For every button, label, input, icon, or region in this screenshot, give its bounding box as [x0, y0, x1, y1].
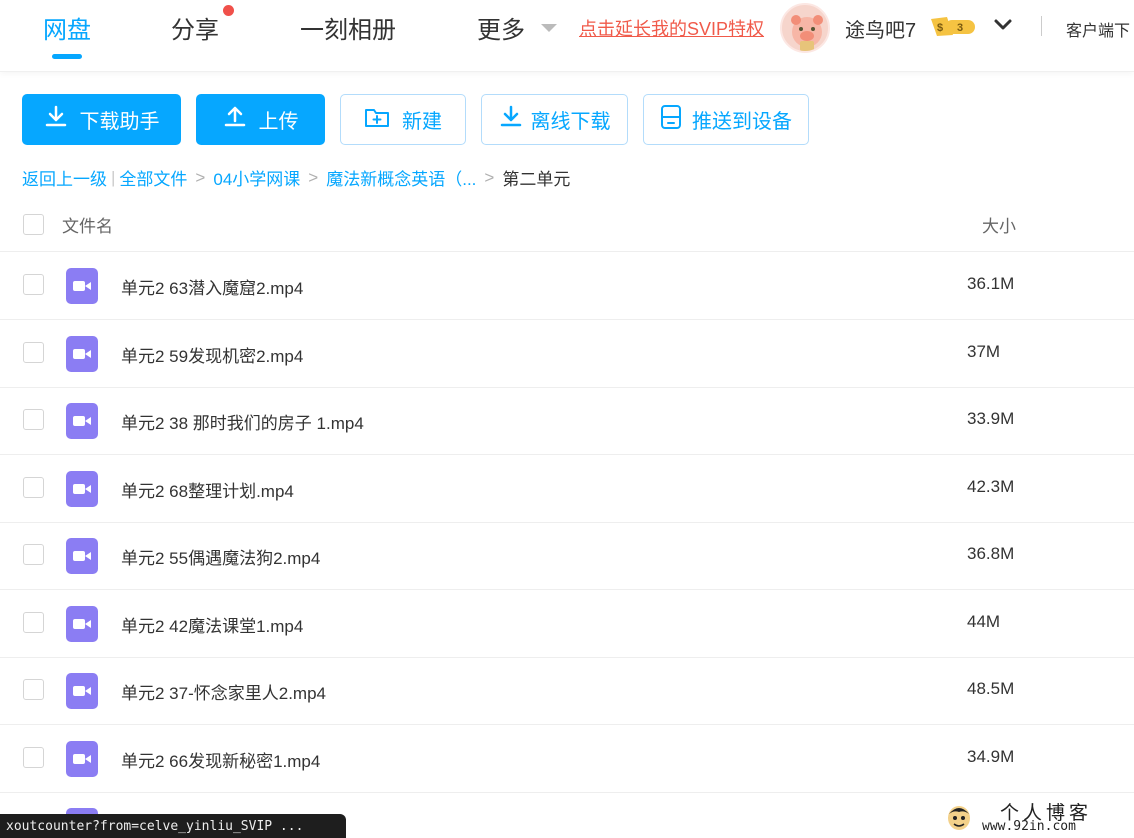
table-row[interactable]: 单元2 38 那时我们的房子 1.mp4 33.9M	[0, 387, 1134, 455]
breadcrumb-all-files[interactable]: 全部文件	[119, 165, 187, 190]
file-size: 48.5M	[967, 679, 1015, 698]
upload-label: 上传	[258, 111, 299, 133]
chevron-down-icon[interactable]	[992, 14, 1014, 41]
tab-share[interactable]: 分享	[171, 10, 219, 45]
file-name[interactable]: 单元2 66发现新秘密1.mp4	[121, 747, 320, 772]
file-name[interactable]: 单元2 59发现机密2.mp4	[121, 342, 303, 367]
watermark-url: www.92in.com	[982, 819, 1076, 834]
breadcrumb-divider: |	[111, 167, 116, 187]
status-bar-url: xoutcounter?from=celve_yinliu_SVIP ...	[0, 814, 346, 838]
select-all-checkbox[interactable]	[23, 214, 44, 235]
row-checkbox[interactable]	[23, 342, 44, 363]
avatar[interactable]	[780, 3, 830, 53]
tab-album[interactable]: 一刻相册	[300, 10, 396, 45]
video-file-icon	[66, 403, 98, 439]
push-to-device-button[interactable]: 推送到设备	[643, 94, 809, 145]
table-row[interactable]: 单元2 42魔法课堂1.mp4 44M	[0, 590, 1134, 658]
tab-more[interactable]: 更多	[477, 10, 525, 45]
push-to-device-label: 推送到设备	[692, 111, 792, 133]
breadcrumb-separator: >	[195, 167, 206, 187]
new-folder-button[interactable]: 新建	[340, 94, 466, 145]
breadcrumb: 返回上一级 | 全部文件 > 04小学网课 > 魔法新概念英语（... > 第二…	[22, 165, 570, 190]
file-name[interactable]: 单元2 55偶遇魔法狗2.mp4	[121, 544, 320, 569]
table-row[interactable]: 单元2 63潜入魔窟2.mp4 36.1M	[0, 252, 1134, 320]
breadcrumb-current: 第二单元	[502, 170, 571, 189]
offline-download-icon	[499, 105, 535, 135]
row-checkbox[interactable]	[23, 409, 44, 430]
tab-netdisk[interactable]: 网盘	[43, 10, 91, 45]
header-divider	[1041, 16, 1042, 36]
column-header-size[interactable]: 大小	[982, 212, 1016, 237]
upload-button[interactable]: 上传	[196, 94, 325, 145]
file-table-header: 文件名 大小	[0, 196, 1134, 252]
client-download-link[interactable]: 客户端下	[1066, 17, 1130, 41]
file-size: 36.8M	[967, 544, 1015, 563]
breadcrumb-separator: >	[308, 167, 319, 187]
offline-download-button[interactable]: 离线下载	[481, 94, 628, 145]
download-helper-button[interactable]: 下载助手	[22, 94, 181, 145]
file-name[interactable]: 单元2 38 那时我们的房子 1.mp4	[121, 409, 364, 434]
file-size: 37M	[967, 342, 1001, 361]
row-checkbox[interactable]	[23, 747, 44, 768]
notification-dot	[223, 5, 234, 16]
video-file-icon	[66, 336, 98, 372]
svip-renew-link[interactable]: 点击延长我的SVIP特权	[579, 15, 764, 41]
video-file-icon	[66, 471, 98, 507]
table-row[interactable]: 单元2 59发现机密2.mp4 37M	[0, 320, 1134, 388]
file-size: 33.9M	[967, 409, 1015, 428]
vip-symbol: $	[937, 22, 943, 34]
new-folder-label: 新建	[402, 111, 442, 133]
file-name[interactable]: 单元2 37-怀念家里人2.mp4	[121, 679, 326, 704]
row-checkbox[interactable]	[23, 274, 44, 295]
row-checkbox[interactable]	[23, 544, 44, 565]
row-checkbox[interactable]	[23, 679, 44, 700]
file-name[interactable]: 单元2 42魔法课堂1.mp4	[121, 612, 303, 637]
file-name[interactable]: 单元2 68整理计划.mp4	[121, 477, 294, 502]
file-name[interactable]: 单元2 63潜入魔窟2.mp4	[121, 274, 303, 299]
file-size: 34.9M	[967, 747, 1015, 766]
file-size: 36.1M	[967, 274, 1015, 293]
table-row[interactable]: 单元2 68整理计划.mp4 42.3M	[0, 455, 1134, 523]
vip-level: 3	[957, 22, 963, 34]
table-row[interactable]: 单元2 37-怀念家里人2.mp4 48.5M	[0, 657, 1134, 725]
video-file-icon	[66, 538, 98, 574]
top-navigation: 网盘 分享 一刻相册 更多 点击延长我的SVIP特权 途鸟吧7 $ 3 客户端下	[0, 0, 1134, 72]
vip-badge: $ 3	[927, 15, 977, 42]
upload-icon	[223, 105, 259, 135]
watermark: 个人博客 www.92in.com	[938, 796, 1134, 838]
device-icon	[660, 104, 694, 136]
breadcrumb-separator: >	[484, 167, 495, 187]
video-file-icon	[66, 673, 98, 709]
caret-down-icon[interactable]	[541, 24, 557, 32]
download-icon	[44, 105, 80, 135]
breadcrumb-folder[interactable]: 魔法新概念英语（...	[326, 165, 476, 190]
breadcrumb-folder[interactable]: 04小学网课	[213, 165, 300, 190]
table-row[interactable]: 单元2 66发现新秘密1.mp4 34.9M	[0, 725, 1134, 793]
back-link[interactable]: 返回上一级	[22, 165, 107, 190]
file-size: 44M	[967, 612, 1001, 631]
file-size: 42.3M	[967, 477, 1015, 496]
video-file-icon	[66, 741, 98, 777]
download-helper-label: 下载助手	[79, 111, 160, 133]
video-file-icon	[66, 606, 98, 642]
row-checkbox[interactable]	[23, 612, 44, 633]
watermark-logo	[944, 804, 974, 837]
video-file-icon	[66, 268, 98, 304]
table-row[interactable]: 单元2 55偶遇魔法狗2.mp4 36.8M	[0, 522, 1134, 590]
new-folder-icon	[364, 105, 402, 135]
column-header-name[interactable]: 文件名	[62, 212, 113, 237]
row-checkbox[interactable]	[23, 477, 44, 498]
offline-download-label: 离线下载	[530, 111, 611, 133]
active-tab-indicator	[52, 54, 82, 59]
username[interactable]: 途鸟吧7	[845, 14, 916, 43]
